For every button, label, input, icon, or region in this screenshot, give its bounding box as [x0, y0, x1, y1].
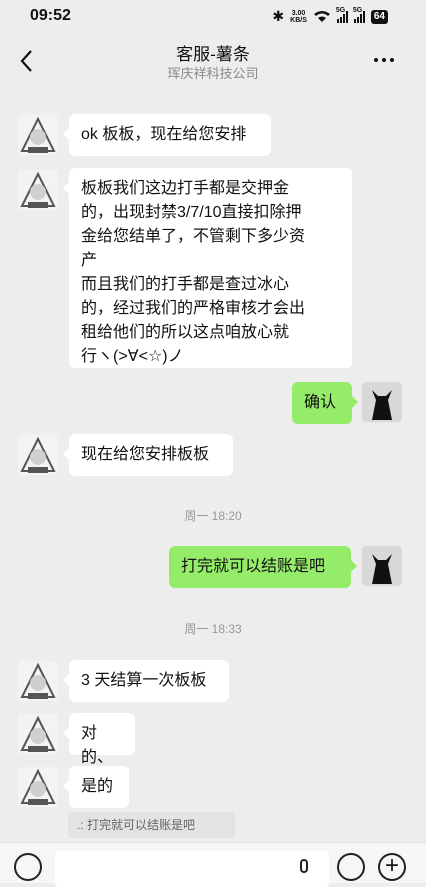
chat-title: 客服-薯条 [176, 45, 250, 64]
message-bubble[interactable]: 是的 [63, 766, 129, 808]
message-text: 是的 [81, 778, 114, 795]
avatar[interactable] [18, 435, 58, 475]
avatar[interactable] [18, 661, 58, 701]
message-line: 租给他们的所以这点咱放心就 [81, 324, 290, 341]
message-text: 确认 [304, 394, 337, 411]
message-text: 打完就可以结账是吧 [181, 558, 326, 575]
bluetooth-icon: ✱ [272, 8, 285, 24]
message-bubble-self[interactable]: 确认 [292, 382, 358, 424]
message-bubble[interactable]: 板板我们这边打手都是交押金 的，出现封禁3/7/10直接扣除押 金给您结单了，不… [63, 168, 352, 368]
net-speed: 3.00 KB/S [290, 10, 307, 24]
timestamp: 周一 18:33 [184, 622, 242, 636]
message-line: 产 [81, 252, 98, 269]
message-bubble[interactable]: 对的、 [63, 713, 135, 766]
input-bar: + [0, 842, 426, 887]
avatar[interactable] [18, 115, 58, 155]
battery-icon: 64 [370, 9, 388, 24]
signal-icon-1: 5G [336, 7, 348, 23]
status-time: 09:52 [30, 7, 71, 24]
message-line: 而且我们的打手都是查过冰心 [81, 276, 290, 293]
quoted-message[interactable]: .: 打完就可以结账是吧 [68, 812, 235, 838]
timestamp: 周一 18:20 [184, 509, 242, 523]
message-text: 3 天结算一次板板 [81, 672, 207, 689]
emoji-icon[interactable] [337, 853, 365, 881]
message-bubble[interactable]: 现在给您安排板板 [63, 434, 233, 476]
message-text: 现在给您安排板板 [81, 446, 210, 463]
message-line: 的，经过我们的严格审核才会出 [81, 300, 306, 317]
message-text: 对的、 [81, 725, 114, 766]
status-icons: ✱ 3.00 KB/S 5G 5G 64 [272, 7, 388, 25]
message-input[interactable] [55, 851, 329, 887]
avatar[interactable] [18, 714, 58, 754]
avatar[interactable] [18, 170, 58, 210]
message-bubble-self[interactable]: 打完就可以结账是吧 [169, 546, 357, 588]
message-bubble[interactable]: 3 天结算一次板板 [63, 660, 229, 702]
message-line: 的，出现封禁3/7/10直接扣除押 [81, 204, 302, 221]
status-bar: 09:52 ✱ 3.00 KB/S 5G 5G 64 [0, 0, 426, 34]
net-speed-value: 3.00 [291, 9, 306, 17]
more-icon[interactable] [374, 50, 404, 70]
chat-subtitle: 珲庆祥科技公司 [167, 66, 259, 81]
microphone-icon[interactable] [300, 859, 308, 873]
signal-icon-2: 5G [353, 7, 365, 23]
plus-icon[interactable]: + [378, 853, 406, 881]
avatar-self[interactable] [362, 382, 402, 422]
net-speed-unit: KB/S [290, 16, 307, 24]
message-text: ok 板板，现在给您安排 [81, 126, 247, 143]
message-line: 板板我们这边打手都是交押金 [81, 180, 290, 197]
wifi-icon [313, 11, 330, 22]
message-line: 行ヽ(>∀<☆)ノ [81, 348, 184, 365]
voice-icon[interactable] [14, 853, 42, 881]
message-line: 金给您结单了，不管剩下多少资 [81, 228, 306, 245]
message-bubble[interactable]: ok 板板，现在给您安排 [63, 114, 271, 156]
avatar[interactable] [18, 767, 58, 807]
avatar-self[interactable] [362, 546, 402, 586]
chat-header: 客服-薯条 珲庆祥科技公司 [0, 34, 426, 90]
